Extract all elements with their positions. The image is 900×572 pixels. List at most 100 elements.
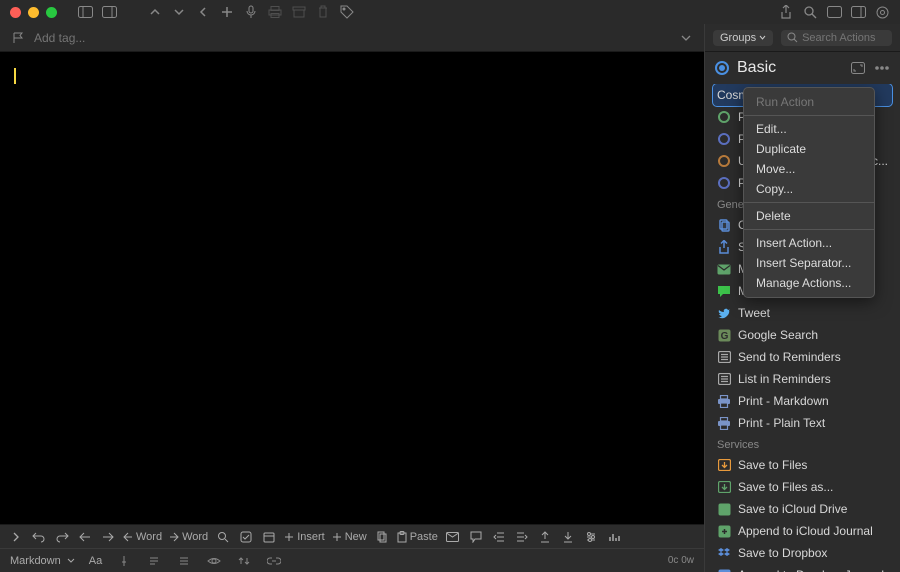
print-icon[interactable] bbox=[267, 4, 283, 20]
paragraph-icon[interactable] bbox=[146, 553, 162, 569]
action-row[interactable]: Save to iCloud Drive bbox=[713, 498, 892, 520]
google-icon: G bbox=[717, 328, 731, 342]
download-icon[interactable] bbox=[560, 529, 576, 545]
action-row[interactable]: Append to iCloud Journal bbox=[713, 520, 892, 542]
maximize-window-button[interactable] bbox=[46, 7, 57, 18]
word-left-button[interactable]: Word bbox=[123, 531, 162, 543]
group-indicator-icon bbox=[715, 61, 729, 75]
chevron-up-icon[interactable] bbox=[147, 4, 163, 20]
action-label: Tweet bbox=[738, 306, 770, 320]
archive-icon[interactable] bbox=[291, 4, 307, 20]
find-icon[interactable] bbox=[215, 529, 231, 545]
menu-item[interactable]: Move... bbox=[744, 159, 874, 179]
tag-input[interactable] bbox=[34, 31, 670, 45]
menu-item[interactable]: Insert Action... bbox=[744, 233, 874, 253]
tag-bar bbox=[0, 24, 704, 52]
envelope-icon[interactable] bbox=[445, 529, 461, 545]
circle-icon bbox=[717, 154, 731, 168]
action-label: Save to Files bbox=[738, 458, 807, 472]
menu-item[interactable]: Copy... bbox=[744, 179, 874, 199]
arrow-left-icon[interactable] bbox=[77, 529, 93, 545]
action-row[interactable]: Tweet bbox=[713, 302, 892, 324]
action-label: Append to Dropbox Journal bbox=[738, 568, 884, 572]
groups-dropdown[interactable]: Groups bbox=[713, 30, 773, 46]
minimize-window-button[interactable] bbox=[28, 7, 39, 18]
copy-icon bbox=[717, 218, 731, 232]
action-label: List in Reminders bbox=[738, 372, 831, 386]
share-icon bbox=[717, 240, 731, 254]
pin-icon[interactable] bbox=[116, 553, 132, 569]
share-icon[interactable] bbox=[778, 4, 794, 20]
syntax-selector[interactable]: Markdown bbox=[10, 555, 75, 567]
outdent-icon[interactable] bbox=[491, 529, 507, 545]
arrange-icon[interactable] bbox=[236, 553, 252, 569]
chart-icon[interactable] bbox=[606, 529, 622, 545]
list-icon bbox=[717, 350, 731, 364]
indent-icon[interactable] bbox=[514, 529, 530, 545]
mic-icon[interactable] bbox=[243, 4, 259, 20]
menu-item[interactable]: Delete bbox=[744, 206, 874, 226]
menu-item: Run Action bbox=[744, 92, 874, 112]
action-label: Print - Markdown bbox=[738, 394, 829, 408]
paste-button[interactable]: Paste bbox=[397, 531, 438, 543]
traffic-lights bbox=[10, 7, 57, 18]
focus-icon[interactable] bbox=[176, 553, 192, 569]
search-icon[interactable] bbox=[802, 4, 818, 20]
comment-icon[interactable] bbox=[468, 529, 484, 545]
action-row[interactable]: List in Reminders bbox=[713, 368, 892, 390]
append-icon bbox=[717, 524, 731, 538]
copy-icon[interactable] bbox=[374, 529, 390, 545]
settings-icon[interactable] bbox=[583, 529, 599, 545]
editor-pane: Word Word Insert New Paste Markdown Aa bbox=[0, 24, 705, 572]
link-icon[interactable] bbox=[266, 553, 282, 569]
menu-item[interactable]: Edit... bbox=[744, 119, 874, 139]
word-right-button[interactable]: Word bbox=[169, 531, 208, 543]
search-input[interactable] bbox=[802, 32, 886, 44]
action-row[interactable]: Append to Dropbox Journal bbox=[713, 564, 892, 572]
more-icon[interactable] bbox=[874, 60, 890, 76]
action-row[interactable]: Print - Plain Text bbox=[713, 412, 892, 434]
plus-icon[interactable] bbox=[219, 4, 235, 20]
arrow-right-icon[interactable] bbox=[100, 529, 116, 545]
menu-item[interactable]: Duplicate bbox=[744, 139, 874, 159]
font-button[interactable]: Aa bbox=[89, 555, 102, 567]
action-row[interactable]: Save to Dropbox bbox=[713, 542, 892, 564]
action-row[interactable]: GGoogle Search bbox=[713, 324, 892, 346]
trash-icon[interactable] bbox=[315, 4, 331, 20]
undo-icon[interactable] bbox=[31, 529, 47, 545]
menu-item[interactable]: Insert Separator... bbox=[744, 253, 874, 273]
new-button[interactable]: New bbox=[332, 531, 367, 543]
redo-icon[interactable] bbox=[54, 529, 70, 545]
gear-icon[interactable] bbox=[874, 4, 890, 20]
expand-icon[interactable] bbox=[850, 60, 866, 76]
close-window-button[interactable] bbox=[10, 7, 21, 18]
menu-item[interactable]: Manage Actions... bbox=[744, 273, 874, 293]
action-row[interactable]: Print - Markdown bbox=[713, 390, 892, 412]
insert-button[interactable]: Insert bbox=[284, 531, 325, 543]
chevron-right-icon[interactable] bbox=[8, 529, 24, 545]
action-row[interactable]: Send to Reminders bbox=[713, 346, 892, 368]
action-row[interactable]: Save to Files bbox=[713, 454, 892, 476]
panel-right-icon[interactable] bbox=[850, 4, 866, 20]
message-icon bbox=[717, 284, 731, 298]
tag-icon[interactable] bbox=[339, 4, 355, 20]
flag-icon[interactable] bbox=[10, 30, 26, 46]
checkbox-icon[interactable] bbox=[238, 529, 254, 545]
svg-text:G: G bbox=[720, 331, 728, 342]
chevron-down-icon[interactable] bbox=[171, 4, 187, 20]
sidebar-left-icon[interactable] bbox=[77, 4, 93, 20]
chevron-left-icon[interactable] bbox=[195, 4, 211, 20]
circle-icon bbox=[717, 132, 731, 146]
panel-icon[interactable] bbox=[826, 4, 842, 20]
dropdown-icon[interactable] bbox=[678, 30, 694, 46]
action-label: Save to iCloud Drive bbox=[738, 502, 847, 516]
action-row[interactable]: Save to Files as... bbox=[713, 476, 892, 498]
sidebar-right-icon[interactable] bbox=[101, 4, 117, 20]
calendar-icon[interactable] bbox=[261, 529, 277, 545]
search-actions-field[interactable] bbox=[781, 30, 892, 46]
upload-icon[interactable] bbox=[537, 529, 553, 545]
action-label: Append to iCloud Journal bbox=[738, 524, 873, 538]
eye-icon[interactable] bbox=[206, 553, 222, 569]
editor-textarea[interactable] bbox=[0, 52, 704, 524]
action-context-menu: Run Action Edit...DuplicateMove...Copy...… bbox=[743, 87, 875, 298]
